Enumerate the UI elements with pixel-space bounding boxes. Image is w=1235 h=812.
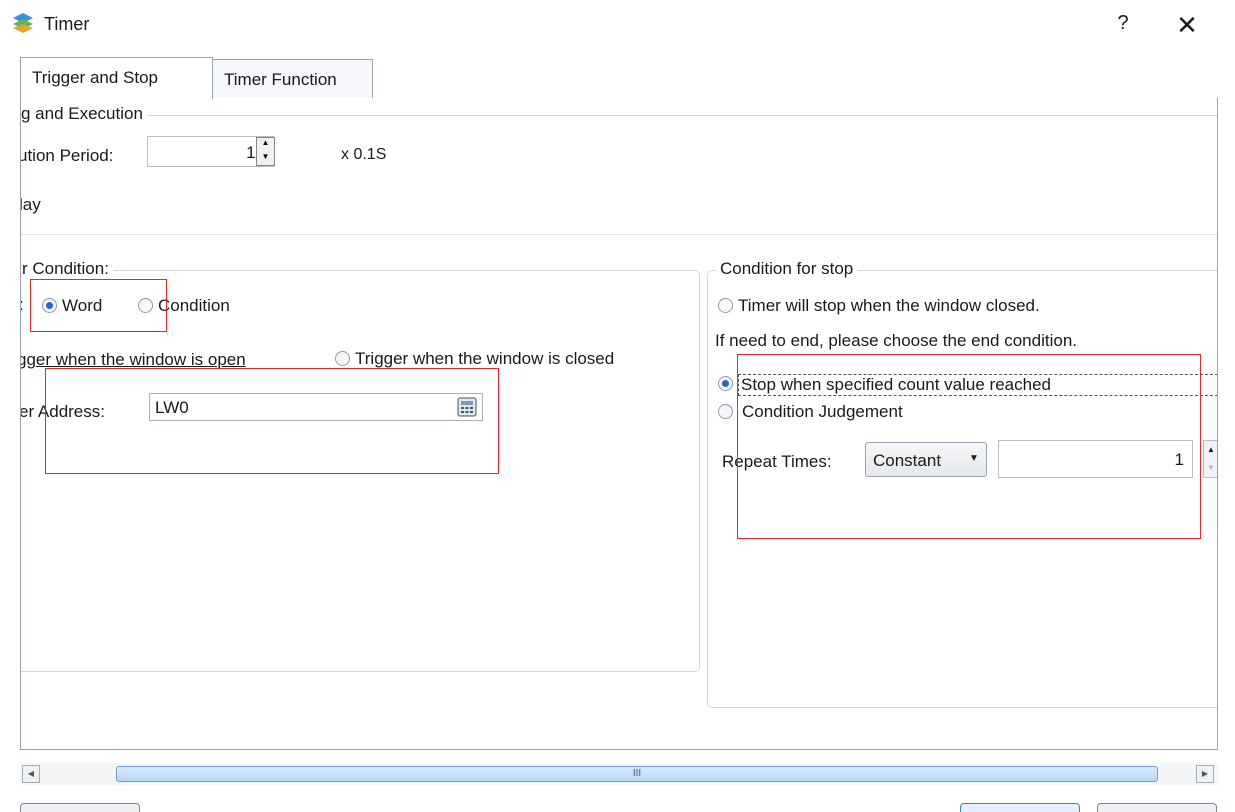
tab-timer-function[interactable]: Timer Function [212,59,373,98]
scroll-right-icon[interactable]: ▶ [1196,765,1214,783]
delay-label: lay [20,195,41,214]
period-unit: x 0.1S [341,146,387,163]
spin-up-icon[interactable]: ▲ [257,138,274,152]
help-button[interactable]: ? [1110,12,1136,38]
window-title: Timer [44,14,90,34]
scroll-grip: III [632,768,642,779]
repeat-spinner[interactable]: ▲ ▼ [1203,440,1217,478]
trigger-group-label: r Condition: [21,259,113,279]
scroll-left-icon[interactable]: ◀ [22,765,40,783]
period-spinner[interactable]: ▲ ▼ [256,137,275,166]
stop-group-label: Condition for stop [716,259,858,279]
spin-down-icon[interactable]: ▼ [257,152,274,166]
trigger-closed-option[interactable]: Trigger when the window is closed [355,349,614,369]
scroll-thumb[interactable]: III [116,766,1158,782]
highlight-box-mode [30,279,167,332]
cancel-button[interactable] [1097,803,1217,812]
spin-up-icon[interactable]: ▲ [1204,441,1217,459]
highlight-box-stop [737,354,1201,539]
timing-group-label: g and Execution [21,104,147,124]
radio-trigger-closed[interactable] [335,351,350,366]
section-divider [21,234,1217,235]
timing-group [21,115,1217,235]
period-label: ution Period: [20,146,114,165]
spin-down-icon[interactable]: ▼ [1204,459,1217,477]
tab-content: g and Execution ution Period: 10 ▲ ▼ x 0… [20,98,1218,750]
radio-condition-judgement[interactable] [718,404,733,419]
stop-window-closed-option[interactable]: Timer will stop when the window closed. [738,296,1040,316]
title-bar: Timer ? ✕ [0,0,1235,52]
radio-condition-label[interactable]: Condition [158,296,230,316]
stop-hint: If need to end, please choose the end co… [715,331,1077,350]
bottom-left-button[interactable] [20,803,140,812]
period-field[interactable]: 10 [147,136,274,167]
radio-stop-window-closed[interactable] [718,298,733,313]
tab-trigger-and-stop[interactable]: Trigger and Stop [20,57,213,99]
horizontal-scrollbar[interactable]: ◀ III ▶ [20,763,1218,785]
ok-button[interactable] [960,803,1080,812]
close-button[interactable]: ✕ [1172,10,1202,40]
radio-stop-count[interactable] [718,376,733,391]
trigger-open-option[interactable]: gger when the window is open [21,350,246,370]
mode-prefix: : [21,295,24,315]
app-icon [13,13,33,33]
highlight-box-address [45,368,499,474]
